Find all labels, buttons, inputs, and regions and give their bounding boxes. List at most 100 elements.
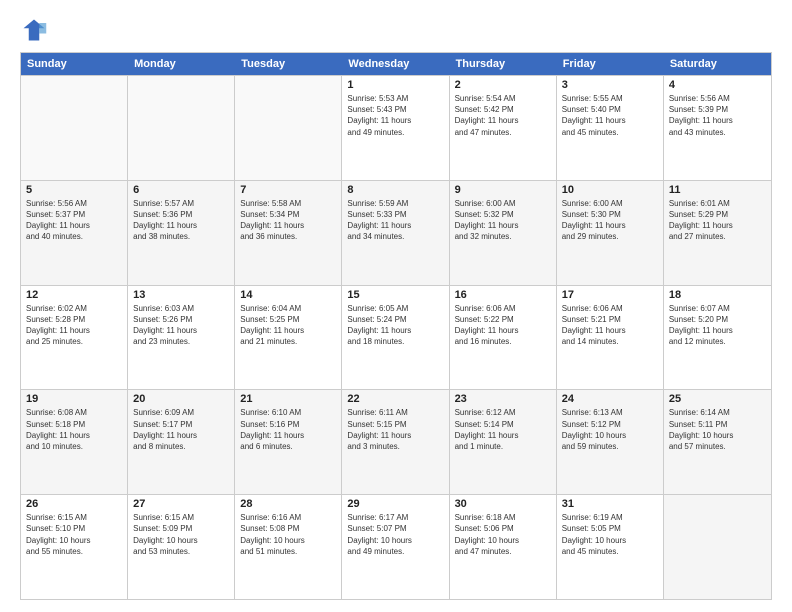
day-cell-13: 13 Sunrise: 6:03 AM Sunset: 5:26 PM Dayli… [128,286,235,390]
day-number: 3 [562,79,658,91]
day-cell-24: 24Sunrise: 6:13 AM Sunset: 5:12 PM Dayli… [557,390,664,494]
day-info: Sunrise: 5:55 AM Sunset: 5:40 PM Dayligh… [562,93,658,138]
day-cell-29: 29 Sunrise: 6:17 AM Sunset: 5:07 PM Dayli… [342,495,449,599]
day-number: 28 [240,498,336,510]
day-info: Sunrise: 5:56 AM Sunset: 5:39 PM Dayligh… [669,93,766,138]
day-number: 25 [669,393,766,405]
logo-icon [20,16,48,44]
logo [20,16,52,44]
day-cell-10: 10 Sunrise: 6:00 AM Sunset: 5:30 PM Dayli… [557,181,664,285]
day-number: 12 [26,289,122,301]
day-info: Sunrise: 6:07 AM Sunset: 5:20 PM Dayligh… [669,303,766,348]
day-cell-5: 5 Sunrise: 5:56 AM Sunset: 5:37 PM Daylig… [21,181,128,285]
day-number: 16 [455,289,551,301]
day-number: 30 [455,498,551,510]
day-cell-27: 27Sunrise: 6:15 AM Sunset: 5:09 PM Dayli… [128,495,235,599]
day-info: Sunrise: 5:53 AM Sunset: 5:43 PM Dayligh… [347,93,443,138]
day-cell-14: 14 Sunrise: 6:04 AM Sunset: 5:25 PM Dayli… [235,286,342,390]
day-number: 21 [240,393,336,405]
day-number: 19 [26,393,122,405]
day-cell-2: 2 Sunrise: 5:54 AM Sunset: 5:42 PM Daylig… [450,76,557,180]
day-cell-18: 18 Sunrise: 6:07 AM Sunset: 5:20 PM Dayli… [664,286,771,390]
day-number: 24 [562,393,658,405]
day-cell-empty [235,76,342,180]
day-number: 23 [455,393,551,405]
day-info: Sunrise: 6:16 AM Sunset: 5:08 PM Dayligh… [240,512,336,557]
day-info: Sunrise: 5:57 AM Sunset: 5:36 PM Dayligh… [133,198,229,243]
day-cell-empty [21,76,128,180]
weeks: 1 Sunrise: 5:53 AM Sunset: 5:43 PM Daylig… [21,75,771,599]
day-header-tuesday: Tuesday [235,53,342,75]
day-cell-15: 15Sunrise: 6:05 AM Sunset: 5:24 PM Dayli… [342,286,449,390]
day-cell-9: 9 Sunrise: 6:00 AM Sunset: 5:32 PM Daylig… [450,181,557,285]
day-cell-empty [128,76,235,180]
day-info: Sunrise: 6:09 AM Sunset: 5:17 PM Dayligh… [133,407,229,452]
day-cell-11: 11 Sunrise: 6:01 AM Sunset: 5:29 PM Dayli… [664,181,771,285]
day-number: 18 [669,289,766,301]
day-header-thursday: Thursday [450,53,557,75]
day-cell-22: 22Sunrise: 6:11 AM Sunset: 5:15 PM Dayli… [342,390,449,494]
week-row-5: 26 Sunrise: 6:15 AM Sunset: 5:10 PM Dayli… [21,494,771,599]
day-info: Sunrise: 6:00 AM Sunset: 5:30 PM Dayligh… [562,198,658,243]
day-cell-6: 6 Sunrise: 5:57 AM Sunset: 5:36 PM Daylig… [128,181,235,285]
day-info: Sunrise: 6:15 AM Sunset: 5:09 PM Dayligh… [133,512,229,557]
calendar: SundayMondayTuesdayWednesdayThursdayFrid… [20,52,772,600]
day-info: Sunrise: 6:19 AM Sunset: 5:05 PM Dayligh… [562,512,658,557]
day-headers: SundayMondayTuesdayWednesdayThursdayFrid… [21,53,771,75]
week-row-3: 12 Sunrise: 6:02 AM Sunset: 5:28 PM Dayli… [21,285,771,390]
day-info: Sunrise: 5:58 AM Sunset: 5:34 PM Dayligh… [240,198,336,243]
day-cell-31: 31 Sunrise: 6:19 AM Sunset: 5:05 PM Dayli… [557,495,664,599]
day-cell-26: 26 Sunrise: 6:15 AM Sunset: 5:10 PM Dayli… [21,495,128,599]
day-number: 1 [347,79,443,91]
day-cell-1: 1 Sunrise: 5:53 AM Sunset: 5:43 PM Daylig… [342,76,449,180]
day-header-saturday: Saturday [664,53,771,75]
day-info: Sunrise: 6:17 AM Sunset: 5:07 PM Dayligh… [347,512,443,557]
day-number: 11 [669,184,766,196]
day-info: Sunrise: 6:03 AM Sunset: 5:26 PM Dayligh… [133,303,229,348]
day-header-wednesday: Wednesday [342,53,449,75]
week-row-1: 1 Sunrise: 5:53 AM Sunset: 5:43 PM Daylig… [21,75,771,180]
day-cell-17: 17Sunrise: 6:06 AM Sunset: 5:21 PM Dayli… [557,286,664,390]
day-number: 15 [347,289,443,301]
day-info: Sunrise: 6:18 AM Sunset: 5:06 PM Dayligh… [455,512,551,557]
day-number: 14 [240,289,336,301]
day-number: 6 [133,184,229,196]
day-number: 26 [26,498,122,510]
week-row-4: 19 Sunrise: 6:08 AM Sunset: 5:18 PM Dayli… [21,389,771,494]
day-number: 31 [562,498,658,510]
day-info: Sunrise: 6:08 AM Sunset: 5:18 PM Dayligh… [26,407,122,452]
day-number: 13 [133,289,229,301]
day-info: Sunrise: 6:02 AM Sunset: 5:28 PM Dayligh… [26,303,122,348]
day-info: Sunrise: 6:15 AM Sunset: 5:10 PM Dayligh… [26,512,122,557]
day-number: 29 [347,498,443,510]
day-cell-20: 20 Sunrise: 6:09 AM Sunset: 5:17 PM Dayli… [128,390,235,494]
day-cell-12: 12 Sunrise: 6:02 AM Sunset: 5:28 PM Dayli… [21,286,128,390]
day-cell-4: 4 Sunrise: 5:56 AM Sunset: 5:39 PM Daylig… [664,76,771,180]
day-info: Sunrise: 6:11 AM Sunset: 5:15 PM Dayligh… [347,407,443,452]
day-info: Sunrise: 6:14 AM Sunset: 5:11 PM Dayligh… [669,407,766,452]
day-header-sunday: Sunday [21,53,128,75]
day-cell-3: 3 Sunrise: 5:55 AM Sunset: 5:40 PM Daylig… [557,76,664,180]
day-info: Sunrise: 6:00 AM Sunset: 5:32 PM Dayligh… [455,198,551,243]
day-info: Sunrise: 6:01 AM Sunset: 5:29 PM Dayligh… [669,198,766,243]
day-header-monday: Monday [128,53,235,75]
day-number: 9 [455,184,551,196]
day-number: 4 [669,79,766,91]
day-number: 5 [26,184,122,196]
day-info: Sunrise: 5:56 AM Sunset: 5:37 PM Dayligh… [26,198,122,243]
day-cell-23: 23 Sunrise: 6:12 AM Sunset: 5:14 PM Dayli… [450,390,557,494]
day-cell-30: 30 Sunrise: 6:18 AM Sunset: 5:06 PM Dayli… [450,495,557,599]
day-number: 2 [455,79,551,91]
day-info: Sunrise: 6:12 AM Sunset: 5:14 PM Dayligh… [455,407,551,452]
week-row-2: 5 Sunrise: 5:56 AM Sunset: 5:37 PM Daylig… [21,180,771,285]
day-info: Sunrise: 5:54 AM Sunset: 5:42 PM Dayligh… [455,93,551,138]
day-header-friday: Friday [557,53,664,75]
day-number: 20 [133,393,229,405]
day-cell-16: 16Sunrise: 6:06 AM Sunset: 5:22 PM Dayli… [450,286,557,390]
day-info: Sunrise: 5:59 AM Sunset: 5:33 PM Dayligh… [347,198,443,243]
day-cell-21: 21Sunrise: 6:10 AM Sunset: 5:16 PM Dayli… [235,390,342,494]
day-cell-7: 7Sunrise: 5:58 AM Sunset: 5:34 PM Daylig… [235,181,342,285]
day-number: 10 [562,184,658,196]
day-info: Sunrise: 6:04 AM Sunset: 5:25 PM Dayligh… [240,303,336,348]
day-cell-empty [664,495,771,599]
